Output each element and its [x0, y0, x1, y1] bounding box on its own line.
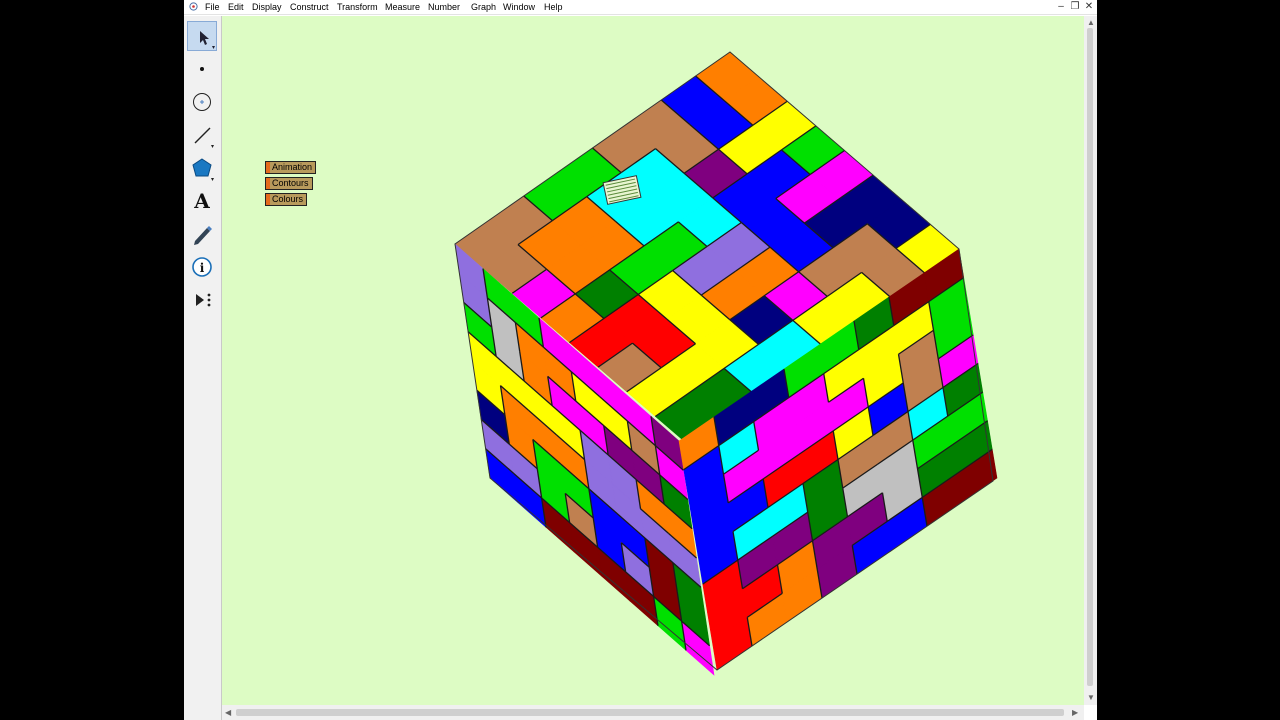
text-tool[interactable]: A: [187, 186, 217, 216]
text-tool-glyph: A: [193, 189, 210, 213]
restore-button[interactable]: ❐: [1068, 0, 1082, 14]
information-tool[interactable]: i: [187, 252, 217, 282]
svg-text:i: i: [200, 261, 205, 275]
sketch-canvas[interactable]: Animation Contours Colours: [222, 16, 1084, 705]
sketchpad-window: File Edit Display Construct Transform Me…: [184, 0, 1097, 720]
text-icon: A: [193, 189, 210, 213]
horizontal-scrollbar[interactable]: ◀ ▶: [222, 705, 1084, 720]
scroll-up-icon[interactable]: ▲: [1087, 18, 1095, 28]
line-segment-icon: [194, 127, 214, 148]
horizontal-scroll-thumb[interactable]: [236, 709, 1064, 716]
puzzle-cube: [454, 51, 998, 676]
polygon-tool[interactable]: [187, 153, 217, 183]
menu-construct[interactable]: Construct: [290, 1, 329, 13]
polygon-icon: [192, 158, 214, 181]
custom-tool[interactable]: [187, 285, 217, 315]
straightedge-tool[interactable]: [187, 120, 217, 150]
scroll-right-icon[interactable]: ▶: [1072, 708, 1078, 718]
scroll-left-icon[interactable]: ◀: [225, 708, 231, 718]
point-tool[interactable]: [187, 54, 217, 84]
vertical-scrollbar[interactable]: ▲ ▼: [1084, 16, 1097, 705]
vertical-scroll-thumb[interactable]: [1087, 28, 1093, 686]
close-button[interactable]: ✕: [1082, 0, 1096, 14]
pencil-icon: [194, 226, 212, 245]
menu-help[interactable]: Help: [544, 1, 563, 13]
toolbox: A i: [184, 16, 222, 720]
menu-graph[interactable]: Graph: [471, 1, 496, 13]
point-icon: [200, 67, 204, 71]
info-icon: i: [192, 257, 212, 277]
selection-arrow-tool[interactable]: [187, 21, 217, 51]
menu-number[interactable]: Number: [428, 1, 460, 13]
marker-tool[interactable]: [187, 219, 217, 249]
menu-bar: File Edit Display Construct Transform Me…: [184, 0, 1097, 15]
scroll-down-icon[interactable]: ▼: [1087, 693, 1095, 703]
menu-window[interactable]: Window: [503, 1, 535, 13]
menu-display[interactable]: Display: [252, 1, 282, 13]
menu-measure[interactable]: Measure: [385, 1, 420, 13]
minimize-button[interactable]: –: [1054, 0, 1068, 14]
app-icon: [189, 2, 198, 11]
play-custom-icon: [196, 293, 211, 307]
arrow-cursor-icon: [200, 31, 215, 49]
menu-transform[interactable]: Transform: [337, 1, 378, 13]
menu-edit[interactable]: Edit: [228, 1, 244, 13]
menu-file[interactable]: File: [205, 1, 220, 13]
circle-icon: [193, 93, 211, 111]
compass-tool[interactable]: [187, 87, 217, 117]
